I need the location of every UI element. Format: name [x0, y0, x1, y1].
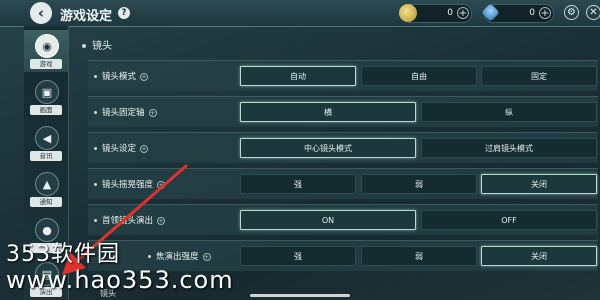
option-fixed[interactable]: 固定 [481, 66, 597, 86]
help-icon[interactable]: ? [118, 7, 130, 19]
setting-label: 首领镜头演出 + [94, 214, 166, 226]
add-gold-button[interactable]: + [457, 7, 469, 19]
close-icon[interactable]: ✕ [586, 5, 600, 20]
option-strong[interactable]: 强 [240, 174, 356, 194]
gold-coin-icon [399, 4, 417, 22]
page-title: 游戏设定 [60, 9, 113, 24]
option-off[interactable]: OFF [421, 210, 597, 230]
bullet-icon [82, 44, 86, 48]
chevron-left-icon: ‹ [37, 3, 45, 22]
option-on[interactable]: ON [240, 210, 416, 230]
section-title: 镜头 [82, 37, 112, 52]
option-strong[interactable]: 强 [240, 246, 356, 266]
back-button[interactable]: ‹ [30, 2, 52, 24]
gem-value: 0 [529, 8, 535, 18]
sidebar-item-graphics[interactable]: ▣ 画面 [24, 76, 68, 118]
info-icon[interactable]: + [157, 180, 166, 189]
gamepad-icon: ◉ [35, 34, 59, 58]
option-free[interactable]: 自由 [361, 66, 477, 86]
speaker-icon: ◀ [35, 126, 59, 150]
sidebar-item-label: 通知 [30, 197, 62, 207]
option-over-shoulder[interactable]: 过肩镜头模式 [421, 138, 597, 158]
gold-currency: 0 + [399, 4, 472, 23]
sidebar-item-label: 游戏 [30, 59, 62, 69]
sidebar-item-label: 画面 [30, 105, 62, 115]
setting-label: 镜头固定轴 + [94, 106, 157, 118]
bell-icon: ▲ [35, 172, 59, 196]
gem-currency: 0 + [481, 3, 554, 23]
option-auto[interactable]: 自动 [240, 66, 356, 86]
info-icon[interactable]: + [157, 216, 166, 225]
setting-row-camera-setting: 镜头设定 + 中心镜头模式 过肩镜头模式 [88, 132, 598, 163]
sidebar-item-label: 音讯 [30, 151, 62, 161]
setting-label: 镜头模式 + [94, 70, 149, 82]
option-center-camera[interactable]: 中心镜头模式 [240, 138, 416, 158]
setting-label: 镜头摇晃强度 + [94, 178, 166, 190]
watermark-line1: 353软件园 [6, 242, 120, 267]
option-off[interactable]: 关闭 [481, 246, 597, 266]
info-icon[interactable]: + [140, 144, 149, 153]
option-weak[interactable]: 弱 [361, 246, 477, 266]
setting-label: 焦演出强度 + [148, 250, 211, 262]
settings-icon[interactable]: ⚙ [564, 5, 579, 20]
option-off[interactable]: 关闭 [481, 174, 597, 194]
home-indicator[interactable] [250, 294, 350, 297]
image-icon: ▣ [35, 80, 59, 104]
info-icon[interactable]: + [140, 72, 149, 81]
setting-row-camera-shake: 镜头摇晃强度 + 强 弱 关闭 [88, 168, 598, 199]
setting-label: 镜头设定 + [94, 142, 149, 154]
info-icon[interactable]: + [202, 252, 211, 261]
sidebar-item-audio[interactable]: ◀ 音讯 [24, 122, 68, 164]
watermark-line2: www.hao353.com [6, 266, 234, 294]
option-vertical[interactable]: 纵 [421, 102, 597, 122]
sidebar-item-game[interactable]: ◉ 游戏 [24, 30, 68, 72]
gem-icon [481, 3, 500, 22]
setting-row-boss-camera: 首领镜头演出 + ON OFF [88, 204, 598, 235]
top-bar: ‹ 游戏设定 ? 0 + 0 + ⚙ ✕ [0, 0, 600, 27]
add-gem-button[interactable]: + [539, 7, 551, 19]
gold-value: 0 [447, 8, 453, 18]
option-weak[interactable]: 弱 [361, 174, 477, 194]
setting-row-camera-mode: 镜头模式 + 自动 自由 固定 [88, 60, 598, 91]
sidebar-item-notify[interactable]: ▲ 通知 [24, 168, 68, 210]
option-horizontal[interactable]: 横 [240, 102, 416, 122]
setting-row-camera-axis: 镜头固定轴 + 横 纵 [88, 96, 598, 127]
info-icon[interactable]: + [148, 108, 157, 117]
